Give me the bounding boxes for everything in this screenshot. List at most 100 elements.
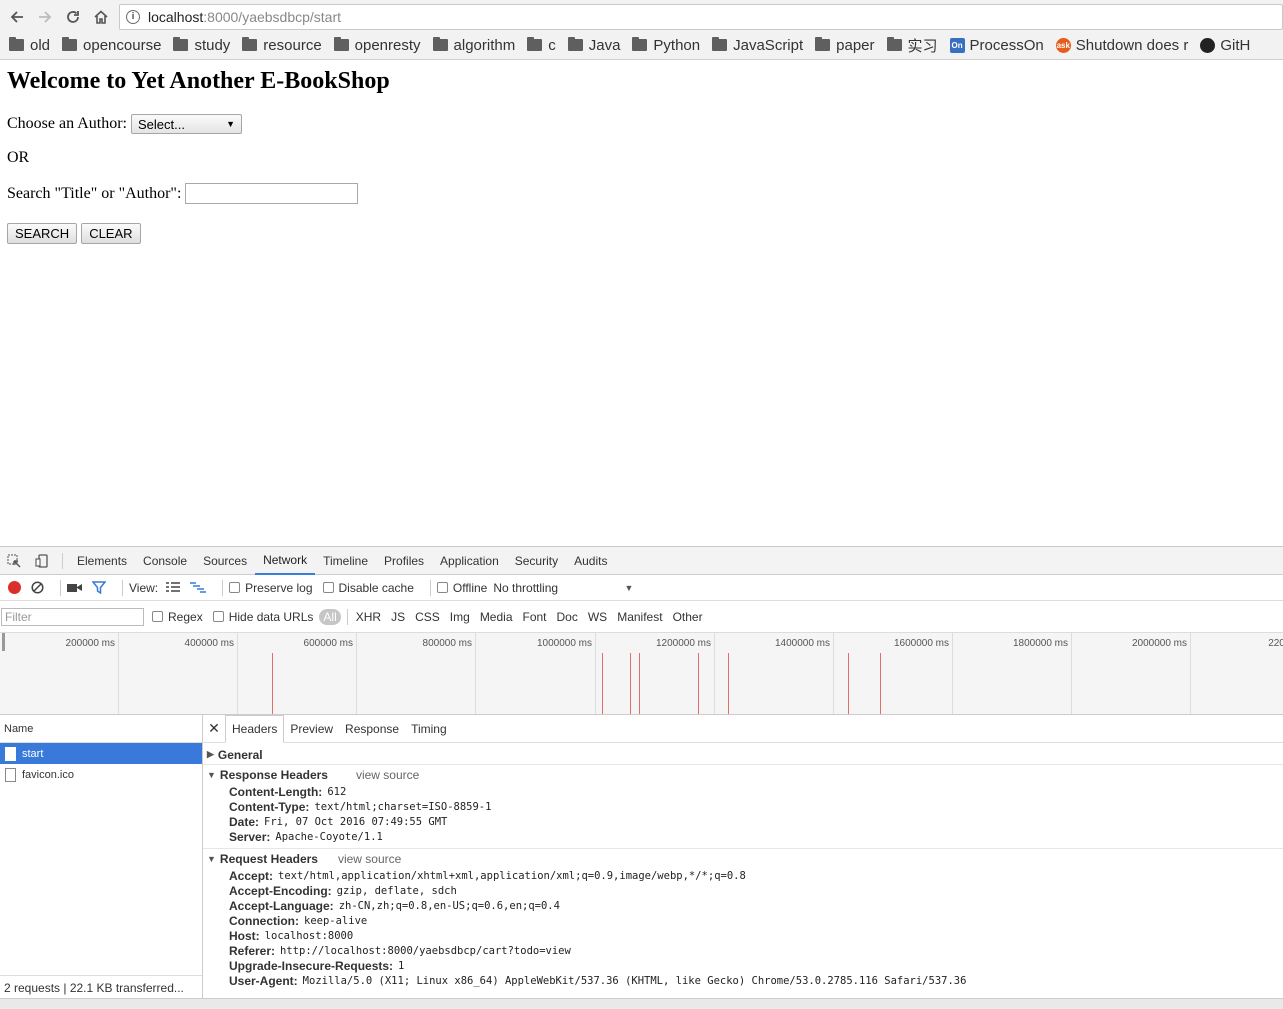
timeline-gridline: [952, 633, 953, 714]
request-rows: start favicon.ico: [0, 743, 202, 785]
dropdown-arrow-icon: ▼: [226, 119, 235, 129]
request-headers-section[interactable]: ▼ Request Headers view source: [203, 849, 1283, 868]
filter-type-manifest[interactable]: Manifest: [617, 610, 662, 624]
reload-button[interactable]: [61, 5, 85, 29]
bookmark-2[interactable]: opencourse: [62, 37, 161, 54]
throttling-value: No throttling: [493, 580, 559, 595]
filter-type-xhr[interactable]: XHR: [356, 610, 381, 624]
filter-input[interactable]: Filter: [1, 607, 144, 626]
filter-type-other[interactable]: Other: [673, 610, 703, 624]
search-input[interactable]: [185, 183, 359, 204]
bookmark-8[interactable]: Java: [567, 37, 620, 54]
tab-network[interactable]: Network: [255, 547, 316, 575]
close-icon[interactable]: ✕: [203, 720, 225, 737]
request-row[interactable]: start: [0, 743, 202, 764]
tab-timeline[interactable]: Timeline: [315, 547, 376, 575]
preserve-log-checkbox[interactable]: Preserve log: [229, 581, 313, 595]
bookmark-12[interactable]: 实习: [886, 35, 938, 56]
header-value: 612: [327, 785, 347, 798]
throttling-select[interactable]: No throttling ▼: [493, 581, 633, 595]
filter-type-font[interactable]: Font: [523, 610, 547, 624]
timeline-gridline: [118, 633, 119, 714]
filter-type-img[interactable]: Img: [450, 610, 470, 624]
filter-type-doc[interactable]: Doc: [557, 610, 578, 624]
bookmark-9[interactable]: Python: [632, 37, 700, 54]
bookmark-14[interactable]: ask Shutdown does r: [1055, 37, 1188, 54]
response-view-source-link[interactable]: view source: [356, 768, 419, 782]
record-button[interactable]: [8, 581, 21, 594]
overview-window-handle[interactable]: [2, 633, 5, 651]
header-name: Upgrade-Insecure-Requests:: [229, 958, 394, 973]
timeline-request-marker: [602, 653, 603, 714]
filter-type-css[interactable]: CSS: [415, 610, 440, 624]
overview-toggle-button[interactable]: [190, 581, 207, 594]
filter-type-all[interactable]: All: [319, 608, 341, 625]
detail-tab-headers[interactable]: Headers: [225, 714, 285, 743]
bookmark-3[interactable]: study: [173, 37, 230, 54]
info-icon[interactable]: i: [126, 10, 140, 24]
detail-tab-preview[interactable]: Preview: [284, 715, 339, 743]
home-button[interactable]: [89, 5, 113, 29]
network-overview-timeline[interactable]: 200000 ms 400000 ms 600000 ms 800000 ms 1000…: [0, 633, 1283, 715]
device-mode-icon[interactable]: [28, 547, 56, 575]
tab-profiles[interactable]: Profiles: [376, 547, 432, 575]
bookmark-1[interactable]: old: [9, 37, 50, 54]
large-rows-button[interactable]: [166, 582, 181, 593]
tab-application[interactable]: Application: [432, 547, 507, 575]
network-summary: 2 requests | 22.1 KB transferred...: [0, 975, 202, 999]
general-section[interactable]: ▶ General: [203, 745, 1283, 764]
request-detail-panel: ✕ Headers Preview Response Timing ▶ General…: [203, 714, 1283, 1009]
request-row[interactable]: favicon.ico: [0, 764, 202, 785]
file-icon: [5, 767, 16, 782]
bookmark-4[interactable]: resource: [242, 37, 322, 54]
address-bar[interactable]: i localhost:8000/yaebsdbcp/start: [119, 4, 1283, 30]
timeline-tick-label: 600000 ms: [303, 638, 353, 649]
folder-icon: [62, 37, 78, 51]
bookmark-11[interactable]: paper: [815, 37, 875, 54]
disable-cache-checkbox[interactable]: Disable cache: [322, 581, 414, 595]
detail-tab-response[interactable]: Response: [339, 715, 405, 743]
hide-data-urls-checkbox[interactable]: Hide data URLs: [212, 610, 313, 624]
bookmark-15[interactable]: GitH: [1200, 37, 1250, 54]
inspect-element-icon[interactable]: [0, 547, 28, 575]
home-icon: [94, 10, 108, 24]
clear-button[interactable]: CLEAR: [81, 223, 141, 244]
name-column-header[interactable]: Name: [0, 715, 202, 743]
clear-log-button[interactable]: [31, 581, 44, 594]
tab-elements[interactable]: Elements: [69, 547, 135, 575]
bookmark-7[interactable]: c: [527, 37, 556, 54]
request-view-source-link[interactable]: view source: [338, 852, 401, 866]
response-headers-section[interactable]: ▼ Response Headers view source: [203, 765, 1283, 784]
search-button[interactable]: SEARCH: [7, 223, 78, 244]
capture-screenshots-button[interactable]: [67, 582, 82, 593]
header-line: Date: Fri, 07 Oct 2016 07:49:55 GMT: [203, 814, 1283, 829]
filter-toggle-button[interactable]: [92, 581, 106, 594]
folder-icon: [9, 37, 24, 51]
folder-icon: [886, 37, 902, 51]
timeline-request-marker: [272, 653, 273, 714]
filter-type-js[interactable]: JS: [391, 610, 405, 624]
regex-checkbox[interactable]: Regex: [152, 610, 203, 624]
tab-console[interactable]: Console: [135, 547, 195, 575]
filter-type-ws[interactable]: WS: [588, 610, 607, 624]
camera-icon: [67, 584, 82, 592]
bookmark-5[interactable]: openresty: [333, 37, 421, 54]
timeline-gridline: [1190, 633, 1191, 714]
filter-type-media[interactable]: Media: [480, 610, 513, 624]
detail-tab-timing[interactable]: Timing: [405, 715, 453, 743]
bookmark-10[interactable]: JavaScript: [712, 37, 803, 54]
tab-sources[interactable]: Sources: [195, 547, 255, 575]
back-arrow-icon: [10, 11, 23, 23]
tab-audits[interactable]: Audits: [566, 547, 615, 575]
offline-checkbox[interactable]: Offline: [436, 581, 487, 595]
back-button[interactable]: [5, 5, 29, 29]
bookmark-6[interactable]: algorithm: [432, 37, 515, 54]
github-icon: [1200, 37, 1216, 53]
forward-button[interactable]: [33, 5, 57, 29]
page-content: Welcome to Yet Another E-BookShop Choose…: [0, 61, 1283, 545]
author-select[interactable]: Select... ▼: [131, 114, 242, 134]
tab-security[interactable]: Security: [507, 547, 566, 575]
header-value: text/html,application/xhtml+xml,applicat…: [278, 869, 746, 882]
bookmark-13[interactable]: On ProcessOn: [949, 37, 1044, 54]
toolbar-divider: [62, 552, 63, 569]
